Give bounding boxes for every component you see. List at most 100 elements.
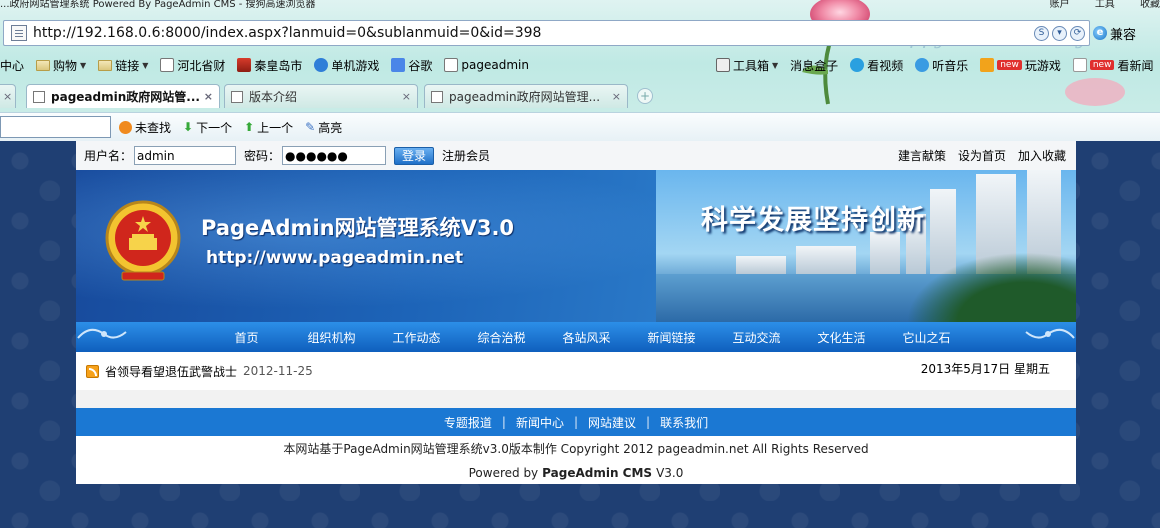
close-icon[interactable]: × [612, 90, 621, 103]
ie-engine-icon: e [1093, 26, 1107, 40]
bookmark-google[interactable]: 谷歌 [391, 57, 432, 74]
page-icon [11, 25, 27, 41]
login-button[interactable]: 登录 [394, 146, 435, 165]
footer-separator: | [501, 415, 506, 429]
tab-strip: × pageadmin政府网站管... × 版本介绍 × pageadmin政府… [0, 84, 1160, 108]
bookmark-folder-shopping[interactable]: 购物 ▼ [36, 57, 86, 74]
bookmark-qinhuangdao[interactable]: 秦皇岛市 [237, 57, 302, 74]
google-icon [391, 58, 406, 72]
bookmark-label: 链接 [115, 58, 140, 73]
address-bar[interactable]: http://192.168.0.6:8000/index.aspx?lanmu… [3, 20, 1090, 46]
find-next-button[interactable]: ⬇ 下一个 [183, 119, 232, 136]
menu-favorites[interactable]: 收藏 [1140, 0, 1160, 10]
username-label: 用户名： [84, 149, 133, 163]
rss-icon [86, 364, 99, 378]
nav-item-culture[interactable]: 文化生活 [799, 329, 884, 346]
find-next-label: 下一个 [196, 120, 233, 135]
folder-icon [36, 59, 51, 71]
tab-pageadmin-active[interactable]: pageadmin政府网站管... × [26, 84, 220, 108]
nav-item-tax[interactable]: 综合治税 [459, 329, 544, 346]
menu-account[interactable]: 账户 [1050, 0, 1070, 10]
find-prev-label: 上一个 [257, 120, 294, 135]
username-input[interactable] [134, 146, 237, 165]
menu-tools[interactable]: 工具 [1095, 0, 1115, 10]
bookmark-label: 中心 [0, 58, 25, 73]
footer-link-news-center[interactable]: 新闻中心 [516, 414, 564, 431]
toolbox-icon [716, 58, 730, 72]
bookmark-games[interactable]: 单机游戏 [314, 57, 379, 74]
powered-brand-link[interactable]: PageAdmin CMS [542, 466, 652, 480]
close-icon[interactable]: × [402, 90, 411, 103]
watch-video-button[interactable]: 看视频 [850, 57, 903, 74]
footer-separator: | [646, 415, 651, 429]
find-prev-button[interactable]: ⬆ 上一个 [244, 119, 293, 136]
find-input[interactable] [0, 116, 111, 138]
site-url: http://www.pageadmin.net [206, 248, 464, 268]
game-icon [980, 58, 995, 72]
url-text[interactable]: http://192.168.0.6:8000/index.aspx?lanmu… [33, 25, 541, 41]
password-input[interactable] [282, 146, 387, 165]
close-icon[interactable]: × [204, 90, 213, 103]
toolbox-button[interactable]: 工具箱 ▼ [716, 57, 778, 74]
news-title-link[interactable]: 省领导看望退伍武警战士 [105, 363, 237, 380]
bookmark-center[interactable]: 中心 [0, 57, 24, 74]
set-homepage-link[interactable]: 设为首页 [958, 147, 1006, 164]
powered-version: V3.0 [656, 466, 684, 480]
chevron-down-icon: ▼ [142, 60, 149, 70]
find-bar: 未查找 ⬇ 下一个 ⬆ 上一个 ✎ 高亮 [0, 112, 1160, 141]
game-icon [314, 58, 329, 72]
bookmark-label: 购物 [53, 58, 78, 73]
bookmark-folder-links[interactable]: 链接 ▼ [98, 57, 148, 74]
nav-item-organization[interactable]: 组织机构 [289, 329, 374, 346]
compat-mode-button[interactable]: e 兼容 [1093, 22, 1136, 44]
page-icon [431, 90, 443, 103]
bookmark-pageadmin[interactable]: pageadmin [444, 58, 529, 72]
message-box-button[interactable]: 消息盒子 [790, 57, 838, 74]
news-icon [1072, 58, 1087, 72]
tab-label: pageadmin政府网站管理... [449, 90, 601, 104]
suggestion-link[interactable]: 建言献策 [898, 147, 946, 164]
tab-pageadmin-2[interactable]: pageadmin政府网站管理... × [424, 84, 628, 108]
toolbar-label: 玩游戏 [1024, 58, 1061, 73]
page-icon [444, 58, 459, 72]
register-link[interactable]: 注册会员 [442, 147, 490, 164]
toolbar-label: 听音乐 [932, 58, 969, 73]
site-icon [237, 58, 252, 72]
bookmark-hebei[interactable]: 河北省财 [160, 57, 225, 74]
bookmark-label: pageadmin [461, 58, 529, 72]
new-badge: new [1089, 60, 1115, 70]
close-icon[interactable]: × [3, 90, 12, 103]
tab-version-intro[interactable]: 版本介绍 × [224, 84, 418, 108]
nav-item-home[interactable]: 首页 [204, 329, 289, 346]
current-date: 2013年5月17日 星期五 [920, 362, 1050, 376]
dropdown-arrow-icon[interactable]: ▾ [1052, 25, 1067, 41]
new-badge: new [997, 60, 1022, 70]
highlight-button[interactable]: ✎ 高亮 [305, 119, 342, 136]
nav-item-interaction[interactable]: 互动交流 [714, 329, 799, 346]
refresh-icon[interactable]: ⟳ [1070, 25, 1085, 41]
security-shield-icon[interactable]: S [1034, 25, 1049, 41]
find-status-icon [119, 120, 132, 134]
nav-item-other[interactable]: 它山之石 [884, 329, 969, 346]
footer-link-topics[interactable]: 专题报道 [444, 414, 492, 431]
toolbar-label: 工具箱 [733, 58, 770, 73]
find-status-label: 未查找 [135, 120, 172, 135]
add-favorite-link[interactable]: 加入收藏 [1018, 147, 1066, 164]
footer-link-contact[interactable]: 联系我们 [660, 414, 708, 431]
read-news-button[interactable]: new 看新闻 [1072, 57, 1153, 74]
page-icon [160, 58, 175, 72]
nav-item-stations[interactable]: 各站风采 [544, 329, 629, 346]
website-page: 用户名： 密码： 登录 注册会员 建言献策 设为首页 加入收藏 [76, 141, 1076, 484]
nav-item-work-news[interactable]: 工作动态 [374, 329, 459, 346]
tab-partial[interactable]: × [0, 84, 16, 108]
page-icon [33, 90, 45, 103]
window-titlebar: ...政府网站管理系统 Powered By PageAdmin CMS - 搜… [0, 0, 1160, 12]
new-tab-button[interactable]: + [637, 88, 653, 104]
footer-link-suggestions[interactable]: 网站建议 [588, 414, 636, 431]
listen-music-button[interactable]: 听音乐 [915, 57, 968, 74]
powered-prefix: Powered by [468, 466, 539, 480]
toolbar-label: 看视频 [867, 58, 904, 73]
headphones-icon [915, 58, 930, 72]
nav-item-news-links[interactable]: 新闻链接 [629, 329, 714, 346]
play-games-button[interactable]: new 玩游戏 [980, 57, 1061, 74]
